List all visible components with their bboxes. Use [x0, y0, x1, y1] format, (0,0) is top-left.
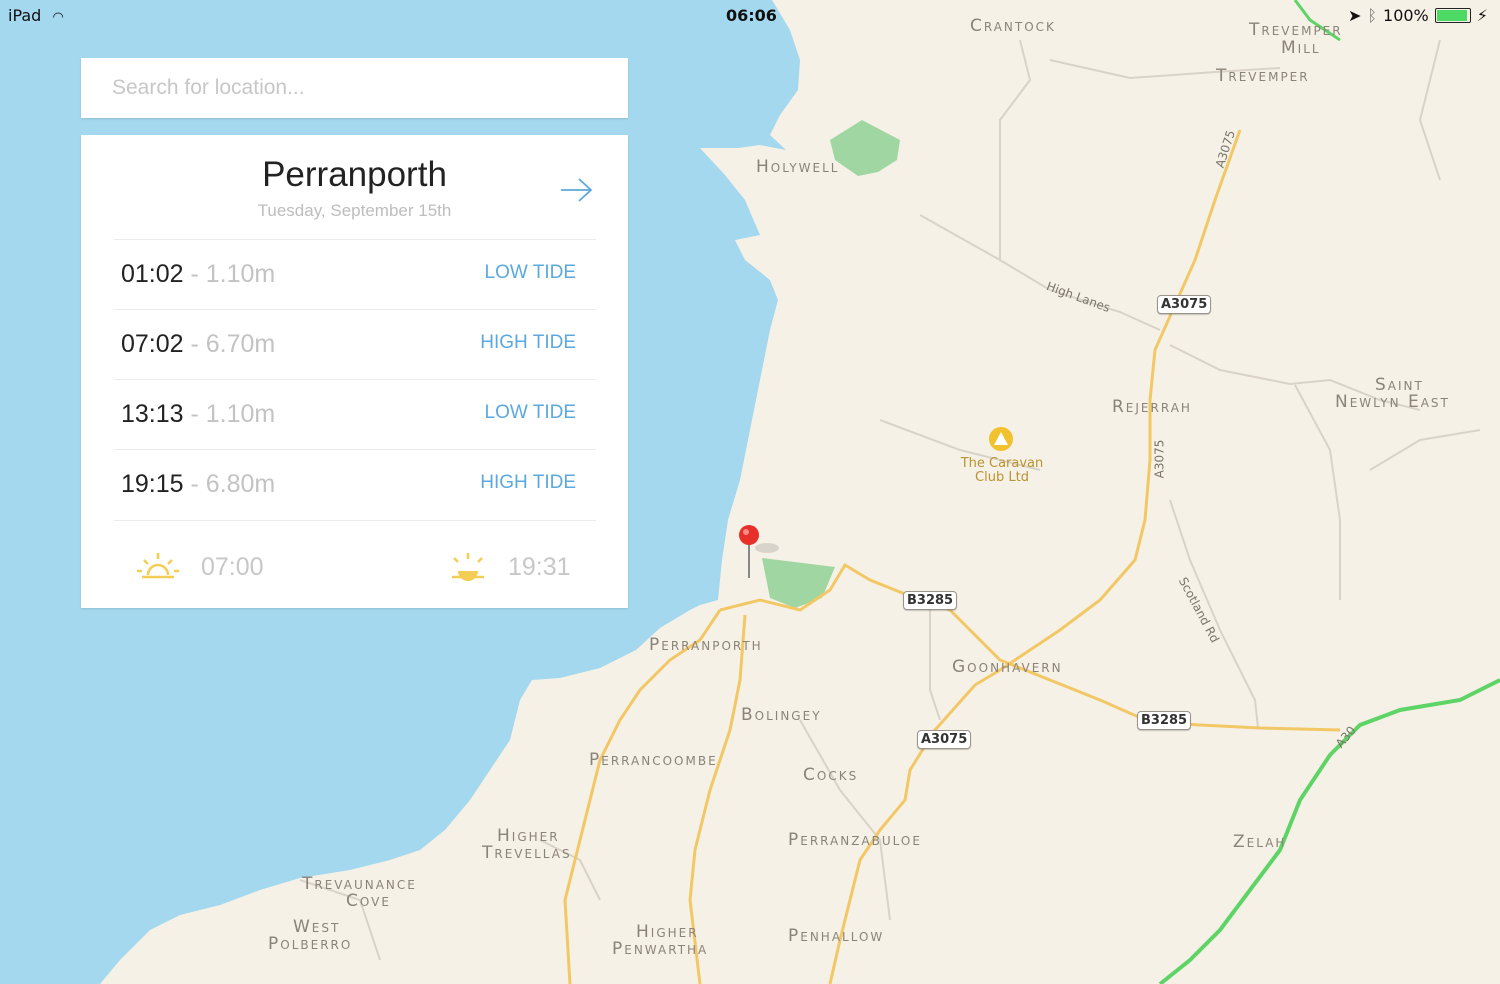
sunrise-time: 07:00	[201, 553, 264, 581]
battery-percent: 100%	[1383, 6, 1429, 25]
tide-kind: HIGH TIDE	[480, 332, 576, 353]
place-goonhavern: Goonhavern	[952, 657, 1063, 677]
road-shield-b3285: B3285	[903, 591, 958, 610]
tide-row[interactable]: 13:13 - 1.10m LOW TIDE	[114, 379, 596, 450]
tide-kind: LOW TIDE	[484, 262, 577, 283]
road-label-a3075: A3075	[1152, 439, 1167, 479]
tide-date: Tuesday, September 15th	[257, 201, 452, 220]
place-perranporth: Perranporth	[649, 635, 763, 655]
place-perrancoombe: Perrancoombe	[589, 750, 718, 770]
tide-row[interactable]: 07:02 - 6.70m HIGH TIDE	[114, 309, 596, 380]
battery-icon	[1434, 8, 1471, 23]
tide-height: - 1.10m	[183, 400, 276, 428]
sunset-icon	[452, 553, 484, 581]
place-west-polberro-2: Polberro	[268, 934, 353, 954]
tide-time: 13:13	[121, 400, 184, 428]
status-time: 06:06	[726, 6, 777, 25]
sun-times: 07:00 19:31	[114, 520, 596, 609]
place-trevemper-mill-2: Mill	[1281, 38, 1321, 58]
arrow-right-icon[interactable]	[559, 175, 595, 205]
place-saint-newlyn-2: Newlyn East	[1335, 392, 1450, 412]
place-bolingey: Bolingey	[741, 705, 822, 725]
search-input[interactable]	[110, 75, 614, 101]
charging-icon: ⚡	[1476, 6, 1488, 25]
tide-height: - 6.70m	[183, 330, 276, 358]
place-higher-penwartha-2: Penwartha	[612, 939, 709, 959]
wifi-icon: ◠	[52, 10, 64, 25]
tide-time: 19:15	[121, 470, 184, 498]
status-right: ➤ ᛒ 100% ⚡	[1348, 6, 1488, 25]
place-perranzabuloe: Perranzabuloe	[788, 830, 922, 850]
place-trevemper: Trevemper	[1216, 66, 1310, 86]
sunset-time: 19:31	[508, 553, 571, 581]
location-arrow-icon: ➤	[1348, 6, 1362, 25]
poi-label-line-1: The Caravan	[960, 456, 1044, 471]
poi-label-line-2: Club Ltd	[975, 470, 1029, 485]
tide-height: - 1.10m	[183, 260, 276, 288]
place-trevaunance-2: Cove	[346, 891, 391, 911]
device-name: iPad	[8, 6, 42, 25]
place-rejerrah: Rejerrah	[1112, 397, 1192, 417]
status-bar: iPad ◠ 06:06 ➤ ᛒ 100% ⚡	[0, 0, 1500, 30]
tide-card: Perranporth Tuesday, September 15th 01:0…	[81, 135, 628, 608]
sunrise-icon	[137, 553, 179, 579]
road-shield-b3285: B3285	[1137, 711, 1192, 730]
place-holywell: Holywell	[756, 157, 840, 177]
tide-height: - 6.80m	[183, 470, 276, 498]
tide-kind: HIGH TIDE	[480, 472, 576, 493]
campsite-icon	[989, 427, 1013, 451]
status-left: iPad ◠	[8, 6, 64, 25]
road-shield-a3075: A3075	[917, 730, 972, 749]
place-cocks: Cocks	[803, 765, 859, 785]
poi-caravan-club[interactable]: The Caravan Club Ltd	[952, 457, 1052, 485]
tide-time: 01:02	[121, 260, 184, 288]
location-title: Perranporth	[262, 155, 447, 194]
road-shield-a3075: A3075	[1157, 295, 1212, 314]
tide-time: 07:02	[121, 330, 184, 358]
bluetooth-icon: ᛒ	[1367, 6, 1378, 25]
search-box	[81, 58, 628, 118]
place-penhallow: Penhallow	[788, 926, 885, 946]
tide-kind: LOW TIDE	[484, 402, 577, 423]
tide-row[interactable]: 19:15 - 6.80m HIGH TIDE	[114, 449, 596, 520]
place-zelah: Zelah	[1233, 832, 1287, 852]
tide-row[interactable]: 01:02 - 1.10m LOW TIDE	[114, 239, 596, 310]
place-higher-trevellas-2: Trevellas	[482, 843, 572, 863]
